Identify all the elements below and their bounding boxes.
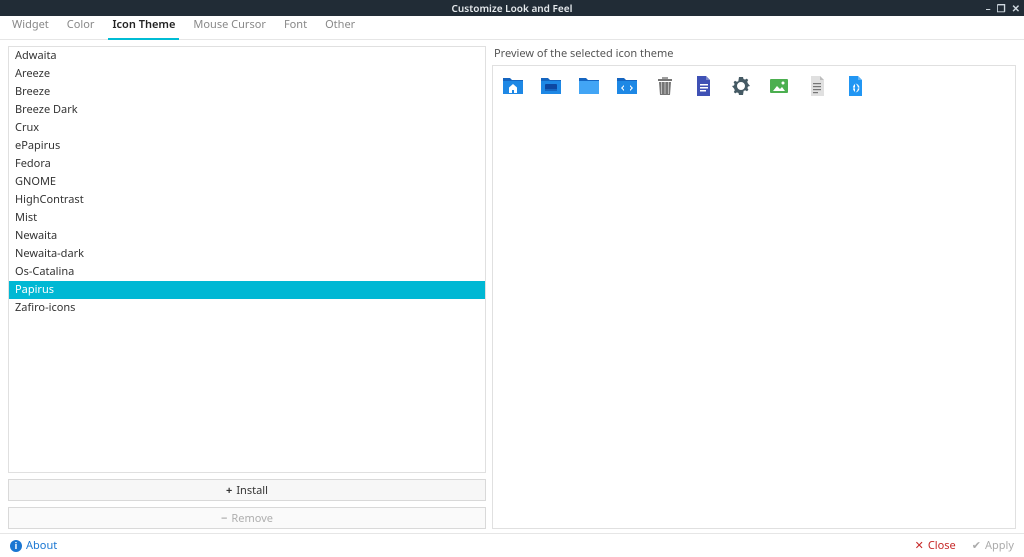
list-item[interactable]: Mist [9, 209, 485, 227]
list-item[interactable]: Os-Catalina [9, 263, 485, 281]
minimize-icon[interactable]: – [986, 3, 991, 13]
theme-name: Breeze [15, 84, 50, 99]
main-content: Adwaita Areeze Breeze Breeze Dark Crux e… [0, 40, 1024, 533]
theme-name: Zafiro-icons [15, 300, 75, 315]
minus-icon: − [221, 511, 227, 526]
tab-widget[interactable]: Widget [8, 13, 53, 40]
tab-label: Font [284, 17, 307, 32]
check-icon: ✔ [972, 538, 981, 553]
list-item[interactable]: Adwaita [9, 47, 485, 65]
document-icon [691, 74, 715, 98]
text-file-icon [805, 74, 829, 98]
list-item[interactable]: Zafiro-icons [9, 299, 485, 317]
list-item[interactable]: Crux [9, 119, 485, 137]
theme-name: Newaita [15, 228, 57, 243]
trash-icon [653, 74, 677, 98]
close-label: Close [928, 538, 956, 553]
info-icon: i [10, 540, 22, 552]
theme-name: Os-Catalina [15, 264, 74, 279]
apply-button: ✔ Apply [972, 538, 1014, 553]
window-controls: – ❐ ✕ [986, 3, 1020, 13]
tab-font[interactable]: Font [280, 13, 311, 40]
close-icon[interactable]: ✕ [1012, 3, 1020, 13]
tab-label: Icon Theme [112, 17, 175, 32]
list-item[interactable]: Breeze Dark [9, 101, 485, 119]
theme-name: HighContrast [15, 192, 84, 207]
desktop-folder-icon [539, 74, 563, 98]
image-icon [767, 74, 791, 98]
list-item[interactable]: Areeze [9, 65, 485, 83]
html-globe-icon [843, 74, 867, 98]
theme-name: Breeze Dark [15, 102, 78, 117]
footer: i About ✕ Close ✔ Apply [0, 533, 1024, 557]
list-item[interactable]: Fedora [9, 155, 485, 173]
settings-gear-icon [729, 74, 753, 98]
close-x-icon: ✕ [915, 538, 924, 553]
user-home-folder-icon [501, 74, 525, 98]
right-pane: Preview of the selected icon theme [492, 46, 1016, 529]
list-item[interactable]: Newaita [9, 227, 485, 245]
theme-name: Mist [15, 210, 37, 225]
close-button[interactable]: ✕ Close [915, 538, 956, 553]
plus-icon: + [226, 483, 232, 498]
list-item-selected[interactable]: Papirus [9, 281, 485, 299]
tab-other[interactable]: Other [321, 13, 359, 40]
code-folder-icon [615, 74, 639, 98]
apply-label: Apply [985, 538, 1014, 553]
theme-name: Crux [15, 120, 39, 135]
list-item[interactable]: HighContrast [9, 191, 485, 209]
theme-name: Newaita-dark [15, 246, 84, 261]
remove-button: − Remove [8, 507, 486, 529]
list-item[interactable]: GNOME [9, 173, 485, 191]
list-item[interactable]: ePapirus [9, 137, 485, 155]
preview-box [492, 65, 1016, 529]
tab-label: Mouse Cursor [193, 17, 266, 32]
theme-name: ePapirus [15, 138, 60, 153]
theme-name: GNOME [15, 174, 56, 189]
theme-name: Adwaita [15, 48, 57, 63]
restore-icon[interactable]: ❐ [997, 3, 1006, 13]
tab-label: Other [325, 17, 355, 32]
remove-label: Remove [231, 511, 273, 526]
list-item[interactable]: Newaita-dark [9, 245, 485, 263]
tab-label: Widget [12, 17, 49, 32]
install-button[interactable]: + Install [8, 479, 486, 501]
theme-name: Papirus [15, 282, 54, 297]
theme-list[interactable]: Adwaita Areeze Breeze Breeze Dark Crux e… [8, 46, 486, 473]
tab-mouse-cursor[interactable]: Mouse Cursor [189, 13, 270, 40]
preview-icon-row [501, 74, 1007, 98]
preview-label: Preview of the selected icon theme [492, 46, 1016, 65]
list-item[interactable]: Breeze [9, 83, 485, 101]
tab-icon-theme[interactable]: Icon Theme [108, 13, 179, 40]
about-label: About [26, 538, 57, 553]
theme-name: Fedora [15, 156, 51, 171]
install-label: Install [236, 483, 268, 498]
about-button[interactable]: i About [10, 538, 57, 553]
theme-name: Areeze [15, 66, 50, 81]
folder-icon [577, 74, 601, 98]
tab-label: Color [67, 17, 95, 32]
tab-bar: Widget Color Icon Theme Mouse Cursor Fon… [0, 16, 1024, 40]
tab-color[interactable]: Color [63, 13, 99, 40]
left-pane: Adwaita Areeze Breeze Breeze Dark Crux e… [8, 46, 486, 529]
window-title: Customize Look and Feel [452, 1, 573, 15]
